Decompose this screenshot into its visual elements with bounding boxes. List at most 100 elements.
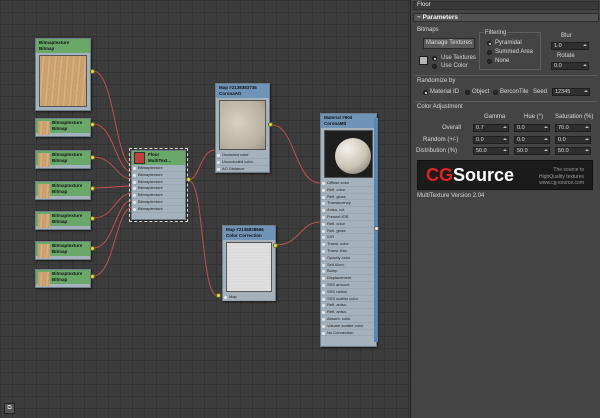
random-hue-spinner[interactable]: 0.0 [514, 136, 550, 144]
input-port[interactable]: Translucency [321, 200, 376, 208]
random-saturation-spinner[interactable]: 0.0 [555, 136, 591, 144]
seed-spinner[interactable]: 12345 [552, 88, 590, 96]
overall-hue-spinner[interactable]: 0.0 [514, 124, 550, 132]
filter-summed-area-radio[interactable] [487, 50, 492, 55]
use-color-radio[interactable] [432, 64, 437, 69]
input-port[interactable]: Absorb. color [321, 316, 376, 323]
input-port[interactable]: Bitmaptexture [132, 185, 185, 193]
color-correction-node[interactable]: Map #2138828666 Color Correction Map [222, 225, 276, 301]
input-port[interactable]: Bump [321, 268, 376, 276]
input-port[interactable]: Refl. aniso. [321, 302, 376, 310]
output-socket[interactable] [374, 226, 379, 231]
input-port[interactable]: IOR [321, 234, 376, 242]
navigation-icon[interactable]: ⧉ [4, 403, 15, 414]
logo-cg: CG [426, 165, 453, 185]
input-port[interactable]: Refl. color [321, 221, 376, 228]
input-port[interactable]: Unoccluded color [216, 159, 269, 166]
input-port[interactable]: Bitmaptexture [132, 199, 185, 206]
bitmap-node-6[interactable]: Bitmaptexture Bitmap [35, 269, 91, 288]
input-port[interactable]: SSS scatter color [321, 296, 376, 303]
input-port[interactable]: Map [223, 294, 275, 301]
output-socket[interactable] [268, 122, 273, 127]
input-port[interactable]: Transl. color [321, 241, 376, 248]
randomize-object-radio[interactable] [465, 90, 470, 95]
rollout-label: Parameters [422, 14, 459, 21]
input-port[interactable]: Occluded color [216, 152, 269, 159]
input-port[interactable]: SSS amount [321, 282, 376, 289]
manage-textures-button[interactable]: Manage Textures [423, 38, 475, 49]
distribution-saturation-spinner[interactable]: 50.0 [555, 147, 591, 155]
input-port[interactable]: Refl. aniso. [321, 309, 376, 316]
random-gamma-spinner[interactable]: 0.0 [473, 136, 509, 144]
multitexture-node[interactable]: Floor MultiText... Bitmaptexture Bitmapte… [129, 148, 188, 222]
use-textures-radio[interactable] [432, 56, 437, 61]
bitmap-node-4[interactable]: Bitmaptexture Bitmap [35, 211, 91, 230]
input-port[interactable]: SSS radius [321, 289, 376, 296]
rotate-spinner[interactable]: 0.0 [551, 62, 589, 70]
output-socket[interactable] [90, 216, 95, 221]
output-socket[interactable] [273, 243, 278, 248]
randomize-material-id-radio[interactable] [423, 90, 428, 95]
input-port[interactable]: Volume scatter color [321, 323, 376, 330]
port-label: IOR [327, 234, 335, 240]
input-port[interactable]: Bitmaptexture [132, 172, 185, 179]
input-port[interactable]: Bitmaptexture [132, 179, 185, 186]
material-node[interactable]: Material #604 CoronaMtl Diffuse color Ref… [320, 113, 377, 347]
output-socket[interactable] [90, 69, 95, 74]
parameters-rollout[interactable]: − Parameters [413, 13, 599, 22]
port-label: Bitmaptexture [138, 192, 163, 198]
bitmap-node-2[interactable]: Bitmaptexture Bitmap [35, 150, 91, 169]
port-socket-icon [322, 270, 325, 274]
output-socket[interactable] [90, 186, 95, 191]
bitmap-node-3[interactable]: Bitmaptexture Bitmap [35, 181, 91, 200]
port-label: Transl. frac. [327, 247, 348, 253]
port-label: Bitmaptexture [138, 205, 163, 211]
input-port[interactable]: Refl. gloss [321, 228, 376, 235]
node-subtitle: Bitmap [52, 218, 68, 224]
bitmap-node-1[interactable]: Bitmaptexture Bitmap [35, 118, 91, 137]
bitmap-node-5[interactable]: Bitmaptexture Bitmap [35, 241, 91, 260]
overall-gamma-spinner[interactable]: 0.7 [473, 124, 509, 132]
filter-pyramidal-label: Pyramidal [495, 40, 522, 46]
output-socket[interactable] [90, 122, 95, 127]
input-port[interactable]: Self-Illum. [321, 262, 376, 269]
overall-saturation-spinner[interactable]: 70.0 [555, 124, 591, 132]
filter-pyramidal-radio[interactable] [487, 41, 492, 46]
randomize-bercontile-label: BerconTile [500, 89, 529, 95]
port-socket-icon [322, 236, 325, 240]
output-socket[interactable] [90, 274, 95, 279]
input-port[interactable]: Refl. color [321, 187, 376, 194]
distribution-gamma-spinner[interactable]: 50.0 [473, 147, 509, 155]
input-port[interactable]: Bitmaptexture [132, 165, 185, 172]
output-socket[interactable] [90, 246, 95, 251]
distribution-hue-spinner[interactable]: 50.0 [514, 147, 550, 155]
input-port[interactable]: AO Distance [216, 166, 269, 173]
input-port[interactable]: Aniso. rot. [321, 207, 376, 214]
cgsource-logo[interactable]: CGSource The source to HighQuality textu… [417, 160, 593, 190]
port-label: Bump [327, 268, 338, 274]
bitmap-node-main[interactable]: Bitmaptexture Bitmap [35, 38, 91, 111]
input-port[interactable]: No Connection [321, 330, 376, 337]
node-subtitle: Bitmap [52, 125, 68, 131]
rollout-toggle-icon: − [417, 14, 421, 21]
output-socket[interactable] [90, 155, 95, 160]
coronaao-node[interactable]: Map #2138383736 CoronaAO Occluded color U… [215, 83, 270, 173]
input-port[interactable]: Diffuse color [321, 180, 376, 187]
input-port[interactable]: Transl. frac. [321, 248, 376, 255]
input-port[interactable]: Displacement [321, 275, 376, 282]
input-socket[interactable] [216, 293, 221, 298]
node-editor-canvas[interactable]: Bitmaptexture Bitmap Bitmaptexture Bitma… [0, 0, 410, 418]
color-swatch[interactable] [419, 56, 428, 65]
blur-spinner[interactable]: 1.0 [551, 42, 589, 50]
input-port[interactable]: Opacity color [321, 255, 376, 262]
port-socket-icon [322, 222, 325, 226]
node-subtitle: Color Correction [226, 232, 262, 238]
output-socket[interactable] [186, 177, 191, 182]
randomize-bercontile-radio[interactable] [493, 90, 498, 95]
input-port[interactable]: Fresnel IOR [321, 214, 376, 221]
input-port[interactable]: Bitmaptexture [132, 206, 185, 213]
input-port[interactable]: Bitmaptexture [132, 192, 185, 199]
input-port[interactable]: Refl. gloss [321, 194, 376, 201]
filter-none-radio[interactable] [487, 59, 492, 64]
material-name-field[interactable]: Floor [413, 1, 599, 10]
